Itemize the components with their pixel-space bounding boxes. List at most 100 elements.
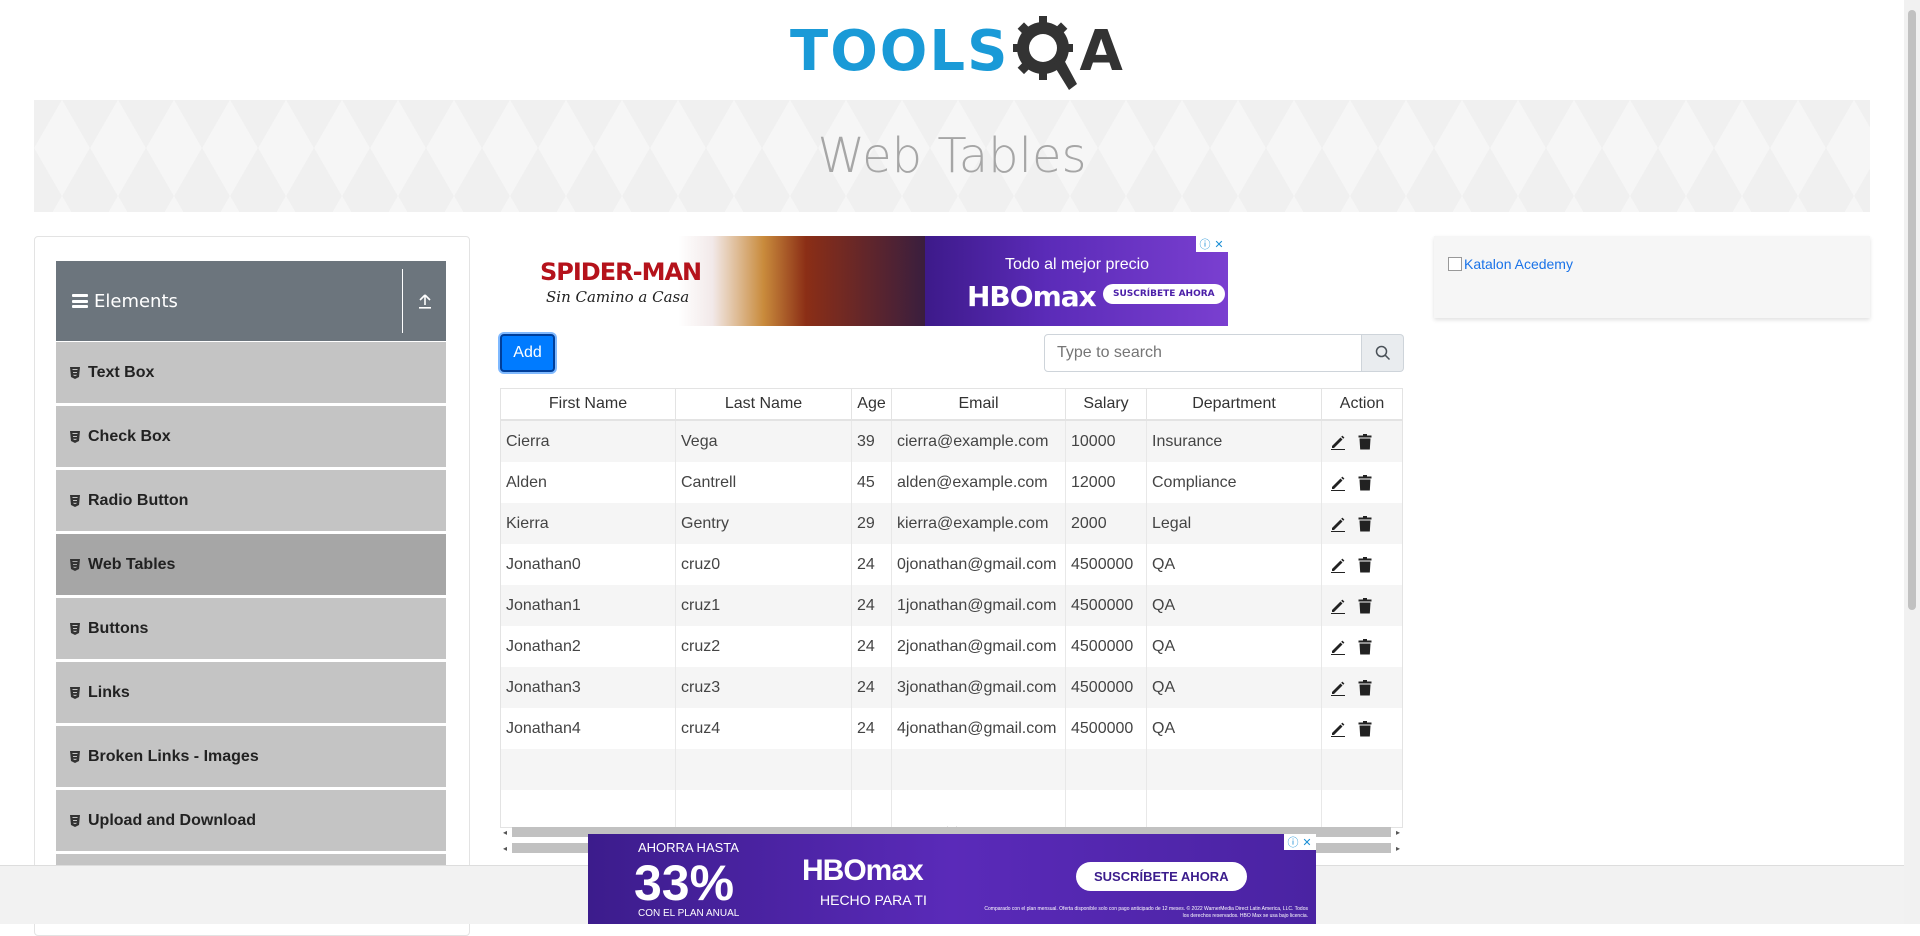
table-cell — [1147, 790, 1322, 827]
table-cell — [501, 749, 676, 790]
edit-icon[interactable] — [1330, 721, 1346, 737]
table-cell: Legal — [1147, 503, 1322, 544]
column-header[interactable]: Department — [1147, 389, 1322, 419]
info-icon[interactable]: ⓘ — [1198, 237, 1212, 251]
ad-banner-top[interactable]: SPIDER-MAN Sin Camino a Casa Todo al mej… — [500, 236, 1228, 326]
delete-icon[interactable] — [1358, 556, 1372, 573]
sidebar-item-web-tables[interactable]: Web Tables — [56, 533, 446, 595]
sidebar-item-buttons[interactable]: Buttons — [56, 597, 446, 659]
table-cell: cruz3 — [676, 667, 852, 708]
search-box: Type to search — [1044, 334, 1404, 372]
table-cell: 24 — [852, 667, 892, 708]
sidebar-item-radio-button[interactable]: Radio Button — [56, 469, 446, 531]
edit-icon[interactable] — [1330, 557, 1346, 573]
sidebar-item-broken-links-images[interactable]: Broken Links - Images — [56, 725, 446, 787]
close-icon[interactable]: ✕ — [1212, 237, 1226, 251]
sidebar-item-check-box[interactable]: Check Box — [56, 405, 446, 467]
sidebar-item-label: Buttons — [88, 619, 149, 637]
ad-save-text: AHORRA HASTA — [638, 840, 739, 855]
add-record-button[interactable]: Add — [500, 334, 555, 372]
table-cell: cruz0 — [676, 544, 852, 585]
info-icon[interactable]: ⓘ — [1286, 835, 1300, 849]
delete-icon[interactable] — [1358, 720, 1372, 737]
logo-tools-text: TOOLS — [790, 19, 1010, 84]
table-row: Jonathan3 cruz3 24 3jonathan@gmail.com 45000… — [501, 667, 1402, 708]
table-cell: 4500000 — [1066, 585, 1147, 626]
delete-icon[interactable] — [1358, 679, 1372, 696]
ad-banner-bottom[interactable]: AHORRA HASTA 33% CON EL PLAN ANUAL HBOma… — [588, 834, 1316, 924]
close-icon[interactable]: ✕ — [1300, 835, 1314, 849]
edit-icon[interactable] — [1330, 680, 1346, 696]
table-cell: 0jonathan@gmail.com — [892, 544, 1066, 585]
column-header[interactable]: Salary — [1066, 389, 1147, 419]
html5-icon — [70, 686, 80, 699]
column-header[interactable]: Age — [852, 389, 892, 419]
table-cell: 4500000 — [1066, 544, 1147, 585]
edit-icon[interactable] — [1330, 598, 1346, 614]
edit-icon[interactable] — [1330, 434, 1346, 450]
page-title: Web Tables — [817, 128, 1087, 184]
html5-icon — [70, 494, 80, 507]
table-cell — [1066, 790, 1147, 827]
table-cell: QA — [1147, 708, 1322, 749]
table-row — [501, 749, 1402, 790]
delete-icon[interactable] — [1358, 474, 1372, 491]
table-cell: 24 — [852, 708, 892, 749]
page-scrollbar[interactable] — [1904, 0, 1920, 924]
delete-icon[interactable] — [1358, 433, 1372, 450]
column-header[interactable]: Last Name — [676, 389, 852, 419]
table-cell: kierra@example.com — [892, 503, 1066, 544]
table-cell-action — [1322, 585, 1402, 626]
edit-icon[interactable] — [1330, 516, 1346, 532]
delete-icon[interactable] — [1358, 597, 1372, 614]
table-cell: Jonathan0 — [501, 544, 676, 585]
table-cell: QA — [1147, 585, 1322, 626]
table-row: Cierra Vega 39 cierra@example.com 10000 Insur… — [501, 421, 1402, 462]
column-header[interactable]: First Name — [501, 389, 676, 419]
sidebar-group-title: Elements — [94, 290, 178, 312]
edit-icon[interactable] — [1330, 639, 1346, 655]
html5-icon — [70, 558, 80, 571]
collapse-button[interactable] — [402, 269, 446, 333]
scroll-left-arrow[interactable]: ◂ — [500, 844, 510, 853]
search-input[interactable]: Type to search — [1044, 334, 1362, 372]
table-body: Cierra Vega 39 cierra@example.com 10000 Insur… — [501, 421, 1402, 827]
search-button[interactable] — [1362, 334, 1404, 372]
sidebar-item-label: Check Box — [88, 427, 171, 445]
sidebar-item-label: Text Box — [88, 363, 155, 381]
scroll-left-arrow[interactable]: ◂ — [500, 828, 510, 837]
ad-cta-button[interactable]: SUSCRÍBETE AHORA — [1103, 284, 1225, 304]
sidebar-item-label: Links — [88, 683, 130, 701]
table-cell: Jonathan4 — [501, 708, 676, 749]
ad-sidebar-right: Katalon Acedemy — [1434, 236, 1870, 318]
ad-brand-logo: HBOmax — [967, 280, 1097, 313]
table-row: Jonathan0 cruz0 24 0jonathan@gmail.com 45000… — [501, 544, 1402, 585]
upload-arrow-icon — [418, 294, 431, 309]
delete-icon[interactable] — [1358, 515, 1372, 532]
ad-cta-button[interactable]: SUSCRÍBETE AHORA — [1076, 862, 1247, 891]
gear-q-icon — [1013, 16, 1078, 90]
column-header: Action — [1339, 395, 1385, 412]
table-cell: Vega — [676, 421, 852, 462]
scroll-right-arrow[interactable]: ▸ — [1393, 844, 1403, 853]
scroll-right-arrow[interactable]: ▸ — [1393, 828, 1403, 837]
table-row — [501, 790, 1402, 827]
table-cell-action — [1322, 544, 1402, 585]
sidebar-item-links[interactable]: Links — [56, 661, 446, 723]
page-scrollbar-thumb[interactable] — [1908, 10, 1916, 610]
table-cell: 1jonathan@gmail.com — [892, 585, 1066, 626]
delete-icon[interactable] — [1358, 638, 1372, 655]
table-cell — [852, 790, 892, 827]
sidebar-group-elements[interactable]: Elements — [56, 261, 446, 341]
sidebar-item-upload-and-download[interactable]: Upload and Download — [56, 789, 446, 851]
column-header[interactable]: Email — [892, 389, 1066, 419]
ad-fine-print: Comparado con el plan mensual. Oferta di… — [984, 906, 1308, 919]
sidebar-item-text-box[interactable]: Text Box — [56, 341, 446, 403]
ad-choices[interactable]: ⓘ ✕ — [1284, 834, 1316, 850]
toolsqa-logo[interactable]: TOOLS A — [790, 14, 1123, 90]
sidebar-item-label: Web Tables — [88, 555, 176, 573]
katalon-academy-link[interactable]: Katalon Acedemy — [1448, 256, 1573, 272]
edit-icon[interactable] — [1330, 475, 1346, 491]
ad-choices[interactable]: ⓘ ✕ — [1196, 236, 1228, 252]
table-cell: cruz2 — [676, 626, 852, 667]
